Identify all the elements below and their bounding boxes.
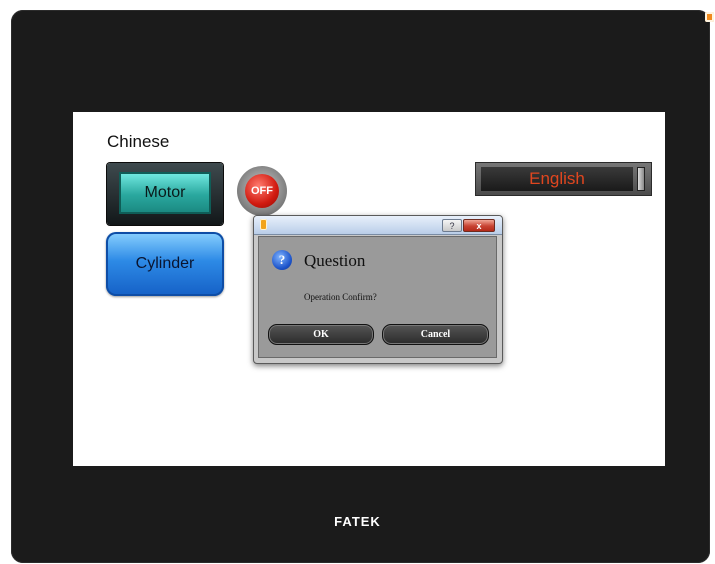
off-lamp[interactable]: OFF [237, 166, 287, 216]
off-lamp-label: OFF [245, 174, 279, 208]
english-button[interactable]: English [475, 162, 652, 196]
motor-button-frame[interactable]: Motor [107, 163, 223, 225]
brand-logo: FATEK [334, 514, 381, 529]
lock-icon [260, 219, 267, 230]
english-button-label: English [481, 167, 633, 191]
question-dialog: ? x ? Question Operation Confirm? OK Can… [253, 215, 503, 364]
language-label[interactable]: Chinese [107, 132, 169, 152]
help-icon[interactable]: ? [442, 219, 462, 232]
motor-button[interactable]: Motor [119, 172, 211, 214]
dialog-titlebar: ? x [254, 216, 502, 235]
dialog-message: Operation Confirm? [304, 292, 377, 302]
indicator-icon [705, 12, 714, 22]
question-icon: ? [272, 250, 292, 270]
cancel-button[interactable]: Cancel [382, 324, 489, 345]
close-icon[interactable]: x [463, 219, 495, 232]
ok-button[interactable]: OK [268, 324, 374, 345]
dialog-title: Question [304, 251, 366, 270]
cylinder-button[interactable]: Cylinder [106, 232, 224, 296]
dialog-body: ? Question Operation Confirm? OK Cancel [258, 236, 497, 358]
english-switch-handle [637, 167, 645, 191]
